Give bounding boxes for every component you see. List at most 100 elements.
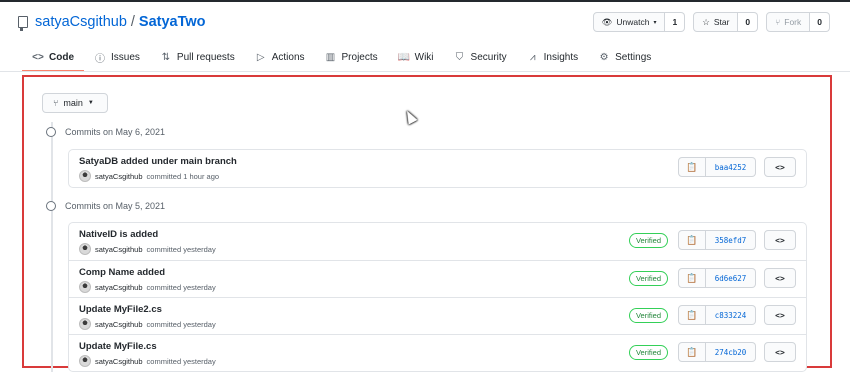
commit-sha-link[interactable]: 274cb20 bbox=[706, 342, 756, 362]
avatar[interactable] bbox=[79, 318, 91, 330]
watchers-count[interactable]: 1 bbox=[665, 12, 686, 32]
branch-icon: ⑂ bbox=[53, 98, 59, 108]
verified-badge[interactable]: Verified bbox=[628, 308, 668, 323]
gear-icon: ⚙ bbox=[599, 51, 609, 63]
forks-count[interactable]: 0 bbox=[810, 12, 830, 32]
commit-list: NativeID is added satyaCsgithub committe… bbox=[68, 222, 807, 372]
tab-label: Settings bbox=[615, 51, 652, 63]
commit-time: committed yesterday bbox=[146, 356, 216, 366]
commit-message-link[interactable]: Comp Name added bbox=[79, 267, 165, 278]
browse-repo-button[interactable]: <> bbox=[764, 268, 796, 288]
commit-row: Update MyFile2.cs satyaCsgithub committe… bbox=[69, 297, 806, 334]
copy-sha-button[interactable]: 📋 bbox=[678, 342, 706, 362]
clipboard-icon: 📋 bbox=[686, 346, 698, 357]
fork-button[interactable]: ⑂ Fork bbox=[766, 12, 811, 32]
copy-sha-button[interactable]: 📋 bbox=[678, 305, 706, 325]
commit-time: committed yesterday bbox=[146, 244, 216, 254]
commit-sha-link[interactable]: 6d6e627 bbox=[706, 268, 756, 288]
verified-badge[interactable]: Verified bbox=[628, 345, 668, 360]
code-icon: <> bbox=[32, 51, 44, 63]
watch-button-group: 👁 Unwatch ▾ 1 bbox=[592, 12, 686, 32]
commit-author-link[interactable]: satyaCsgithub bbox=[95, 357, 143, 366]
tab-label: Insights bbox=[543, 51, 579, 63]
sha-button-group: 📋 c833224 bbox=[678, 305, 756, 325]
commit-sha-link[interactable]: 358efd7 bbox=[706, 230, 756, 250]
commit-time: committed 1 hour ago bbox=[146, 171, 220, 181]
commit-message-link[interactable]: Update MyFile2.cs bbox=[79, 304, 162, 315]
tab-actions[interactable]: ▷ Actions bbox=[245, 44, 315, 70]
repo-owner-link[interactable]: satyaCsgithub bbox=[35, 14, 127, 30]
verified-badge[interactable]: Verified bbox=[628, 233, 668, 248]
tab-code[interactable]: <> Code bbox=[22, 44, 84, 72]
commit-day-heading: Commits on May 6, 2021 bbox=[46, 127, 165, 137]
sha-button-group: 📋 274cb20 bbox=[678, 342, 756, 362]
browse-repo-button[interactable]: <> bbox=[764, 342, 796, 362]
repo-name-link[interactable]: SatyaTwo bbox=[139, 14, 206, 30]
copy-sha-button[interactable]: 📋 bbox=[678, 268, 706, 288]
tab-label: Wiki bbox=[414, 51, 434, 63]
commit-author-link[interactable]: satyaCsgithub bbox=[95, 320, 143, 329]
play-icon: ▷ bbox=[256, 51, 265, 63]
commit-time: committed yesterday bbox=[146, 319, 216, 329]
tab-label: Code bbox=[49, 51, 74, 63]
project-icon: ▥ bbox=[325, 51, 336, 63]
commit-meta: satyaCsgithub committed 1 hour ago bbox=[79, 170, 219, 182]
commit-message-link[interactable]: SatyaDB added under main branch bbox=[79, 156, 237, 167]
tab-label: Pull requests bbox=[176, 51, 235, 63]
repo-title: satyaCsgithub / SatyaTwo bbox=[18, 11, 206, 33]
fork-label: Fork bbox=[784, 17, 802, 27]
star-button-group: ☆ Star 0 bbox=[693, 12, 759, 32]
verified-badge[interactable]: Verified bbox=[628, 271, 668, 286]
tab-insights[interactable]: ⩘ Insights bbox=[517, 44, 588, 70]
avatar[interactable] bbox=[79, 355, 91, 367]
commit-list: SatyaDB added under main branch satyaCsg… bbox=[68, 149, 807, 188]
commit-meta: satyaCsgithub committed yesterday bbox=[79, 243, 216, 255]
unwatch-button[interactable]: 👁 Unwatch ▾ bbox=[592, 12, 666, 32]
browse-repo-button[interactable]: <> bbox=[764, 305, 796, 325]
stars-count[interactable]: 0 bbox=[738, 12, 759, 32]
commit-author-link[interactable]: satyaCsgithub bbox=[95, 245, 143, 254]
commit-dot-icon bbox=[46, 201, 56, 211]
tab-label: Issues bbox=[111, 51, 140, 63]
avatar[interactable] bbox=[79, 243, 91, 255]
tab-wiki[interactable]: 📖 Wiki bbox=[388, 44, 444, 70]
tab-pull-requests[interactable]: ⇅ Pull requests bbox=[150, 44, 245, 70]
commit-message-link[interactable]: Update MyFile.cs bbox=[79, 341, 157, 352]
branch-select-button[interactable]: ⑂ main ▼ bbox=[42, 93, 108, 113]
commit-message-link[interactable]: NativeID is added bbox=[79, 229, 158, 240]
eye-icon: 👁 bbox=[601, 16, 613, 27]
commit-day-heading: Commits on May 5, 2021 bbox=[46, 201, 165, 211]
fork-icon: ⑂ bbox=[775, 17, 781, 27]
clipboard-icon: 📋 bbox=[686, 309, 698, 320]
book-icon: 📖 bbox=[397, 51, 411, 63]
commit-author-link[interactable]: satyaCsgithub bbox=[95, 283, 143, 292]
branch-name: main bbox=[63, 98, 83, 108]
copy-sha-button[interactable]: 📋 bbox=[678, 230, 706, 250]
commit-row: Comp Name added satyaCsgithub committed … bbox=[69, 260, 806, 297]
commit-meta: satyaCsgithub committed yesterday bbox=[79, 281, 216, 293]
tab-label: Projects bbox=[341, 51, 378, 63]
tab-label: Security bbox=[470, 51, 507, 63]
commit-row: Update MyFile.cs satyaCsgithub committed… bbox=[69, 334, 806, 371]
avatar[interactable] bbox=[79, 281, 91, 293]
commit-author-link[interactable]: satyaCsgithub bbox=[95, 172, 143, 181]
tab-security[interactable]: ⛉ Security bbox=[444, 44, 517, 70]
fork-button-group: ⑂ Fork 0 bbox=[766, 12, 830, 32]
avatar[interactable] bbox=[79, 170, 91, 182]
tab-settings[interactable]: ⚙ Settings bbox=[588, 44, 661, 70]
commit-sha-link[interactable]: c833224 bbox=[706, 305, 756, 325]
commit-sha-link[interactable]: baa4252 bbox=[706, 157, 756, 177]
sha-button-group: 📋 6d6e627 bbox=[678, 268, 756, 288]
browse-repo-button[interactable]: <> bbox=[764, 157, 796, 177]
repo-nav: <> Code ⓘ Issues ⇅ Pull requests ▷ Actions ▥… bbox=[22, 44, 661, 72]
star-button[interactable]: ☆ Star bbox=[693, 12, 739, 32]
pull-request-icon: ⇅ bbox=[161, 51, 171, 63]
copy-sha-button[interactable]: 📋 bbox=[678, 157, 706, 177]
browse-repo-button[interactable]: <> bbox=[764, 230, 796, 250]
repo-separator: / bbox=[130, 14, 135, 30]
clipboard-icon: 📋 bbox=[686, 272, 698, 283]
tab-issues[interactable]: ⓘ Issues bbox=[84, 44, 150, 70]
tab-projects[interactable]: ▥ Projects bbox=[315, 44, 388, 70]
tab-label: Actions bbox=[271, 51, 305, 63]
commit-dot-icon bbox=[46, 127, 56, 137]
